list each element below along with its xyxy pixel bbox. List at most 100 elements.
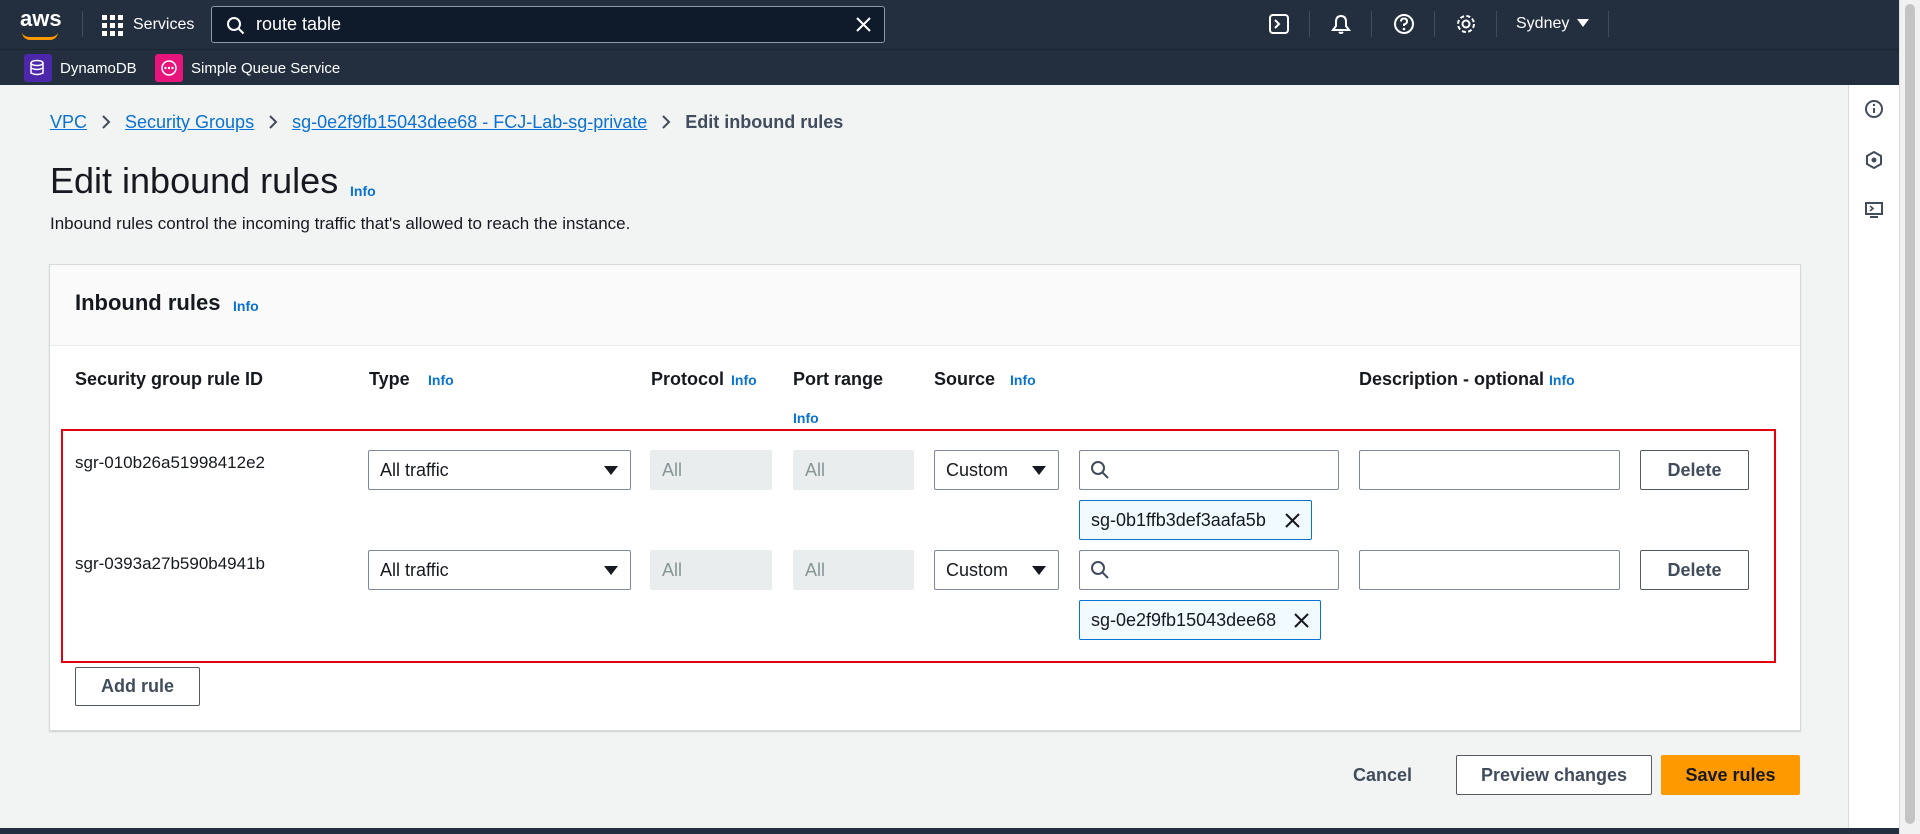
dynamodb-icon xyxy=(24,54,52,82)
col-header-source: Source xyxy=(934,369,996,389)
delete-rule-button[interactable]: Delete xyxy=(1640,450,1749,490)
source-value: Custom xyxy=(946,559,1009,580)
page-description: Inbound rules control the incoming traff… xyxy=(50,214,631,233)
page-info-link[interactable]: Info xyxy=(350,183,376,199)
caret-down-icon xyxy=(1032,566,1046,575)
type-select[interactable]: All traffic xyxy=(368,550,631,590)
panel-header: Inbound rules Info xyxy=(50,265,1800,346)
vertical-scrollbar[interactable] xyxy=(1899,0,1920,834)
nav-divider xyxy=(1371,11,1372,37)
panel-title: Inbound rules xyxy=(75,290,221,315)
source-info-link[interactable]: Info xyxy=(1010,372,1036,388)
port-range-field: All xyxy=(793,550,914,590)
scrollbar-thumb[interactable] xyxy=(1905,4,1915,824)
add-rule-button[interactable]: Add rule xyxy=(75,667,200,706)
type-info-link[interactable]: Info xyxy=(428,372,454,388)
inbound-rules-panel: Inbound rules Info Security group rule I… xyxy=(49,264,1801,731)
region-label: Sydney xyxy=(1516,15,1570,32)
nav-divider xyxy=(1309,11,1310,37)
nav-divider xyxy=(1434,11,1435,37)
source-search-input[interactable] xyxy=(1079,550,1339,590)
description-input[interactable] xyxy=(1359,450,1620,490)
col-header-type: Type xyxy=(369,369,410,389)
source-token: sg-0e2f9fb15043dee68 xyxy=(1079,600,1321,640)
favorite-label: DynamoDB xyxy=(60,59,137,77)
rule-id: sgr-010b26a51998412e2 xyxy=(75,453,266,472)
chevron-right-icon xyxy=(268,114,278,130)
sqs-icon xyxy=(155,54,183,82)
aws-logo-text: aws xyxy=(20,6,62,31)
grid-icon xyxy=(102,14,123,36)
type-value: All traffic xyxy=(380,559,449,580)
favorite-sqs[interactable]: Simple Queue Service xyxy=(155,54,340,82)
search-icon xyxy=(1090,460,1110,485)
source-select[interactable]: Custom xyxy=(934,550,1059,590)
right-tools-rail xyxy=(1848,85,1899,834)
source-value: Custom xyxy=(946,459,1009,480)
bottom-bar xyxy=(0,828,1899,834)
description-info-link[interactable]: Info xyxy=(1549,372,1575,388)
caret-down-icon xyxy=(604,566,618,575)
breadcrumb: VPC Security Groups sg-0e2f9fb15043dee68… xyxy=(50,110,843,134)
chevron-right-icon xyxy=(101,114,111,130)
search-input[interactable] xyxy=(256,11,816,38)
services-menu-button[interactable]: Services xyxy=(102,12,194,38)
info-icon[interactable] xyxy=(1862,97,1886,121)
global-search[interactable] xyxy=(211,6,885,43)
delete-rule-button[interactable]: Delete xyxy=(1640,550,1749,590)
top-navigation: aws Services Sydney xyxy=(0,0,1920,49)
port-range-info-link[interactable]: Info xyxy=(793,410,819,426)
protocol-field: All xyxy=(650,550,772,590)
close-icon[interactable] xyxy=(1293,612,1310,634)
feedback-icon[interactable] xyxy=(1862,198,1886,222)
save-rules-button[interactable]: Save rules xyxy=(1661,755,1800,795)
help-icon[interactable] xyxy=(1391,11,1417,37)
token-label: sg-0e2f9fb15043dee68 xyxy=(1091,609,1277,630)
breadcrumb-security-group[interactable]: sg-0e2f9fb15043dee68 - FCJ-Lab-sg-privat… xyxy=(292,112,647,133)
rule-id: sgr-0393a27b590b4941b xyxy=(75,554,266,573)
favorite-dynamodb[interactable]: DynamoDB xyxy=(24,54,137,82)
aws-logo[interactable]: aws xyxy=(20,6,62,40)
col-header-rule-id: Security group rule ID xyxy=(75,369,264,389)
protocol-info-link[interactable]: Info xyxy=(731,372,757,388)
chevron-right-icon xyxy=(661,114,671,130)
aws-smile-mark xyxy=(22,32,58,40)
nav-divider xyxy=(1496,11,1497,37)
bell-icon[interactable] xyxy=(1328,11,1354,37)
nav-divider xyxy=(1608,11,1609,37)
region-selector[interactable]: Sydney xyxy=(1516,12,1590,36)
breadcrumb-vpc[interactable]: VPC xyxy=(50,112,87,133)
search-icon xyxy=(226,16,245,40)
token-label: sg-0b1ffb3def3aafa5b xyxy=(1091,509,1266,530)
page-title: Edit inbound rules xyxy=(50,160,339,201)
caret-down-icon xyxy=(604,466,618,475)
type-value: All traffic xyxy=(380,459,449,480)
col-header-description: Description - optional xyxy=(1359,369,1545,389)
breadcrumb-current: Edit inbound rules xyxy=(685,111,844,132)
cloudshell-icon[interactable] xyxy=(1266,11,1292,37)
col-header-port-range: Port range xyxy=(793,369,884,389)
close-icon[interactable] xyxy=(1284,512,1301,534)
breadcrumb-security-groups[interactable]: Security Groups xyxy=(125,112,254,133)
caret-down-icon xyxy=(1577,15,1590,33)
caret-down-icon xyxy=(1032,466,1046,475)
gear-icon[interactable] xyxy=(1453,11,1479,37)
description-input[interactable] xyxy=(1359,550,1620,590)
source-token: sg-0b1ffb3def3aafa5b xyxy=(1079,500,1312,540)
type-select[interactable]: All traffic xyxy=(368,450,631,490)
protocol-field: All xyxy=(650,450,772,490)
hexagon-icon[interactable] xyxy=(1862,148,1886,172)
services-label: Services xyxy=(133,16,195,33)
favorites-bar: DynamoDB Simple Queue Service xyxy=(0,49,1920,85)
close-icon[interactable] xyxy=(855,16,872,38)
port-range-field: All xyxy=(793,450,914,490)
favorite-label: Simple Queue Service xyxy=(191,59,341,77)
col-header-protocol: Protocol xyxy=(651,369,725,389)
nav-divider xyxy=(82,11,83,37)
cancel-button[interactable]: Cancel xyxy=(1353,761,1412,789)
panel-info-link[interactable]: Info xyxy=(233,298,259,314)
source-search-input[interactable] xyxy=(1079,450,1339,490)
search-icon xyxy=(1090,560,1110,585)
preview-changes-button[interactable]: Preview changes xyxy=(1456,755,1652,795)
source-select[interactable]: Custom xyxy=(934,450,1059,490)
